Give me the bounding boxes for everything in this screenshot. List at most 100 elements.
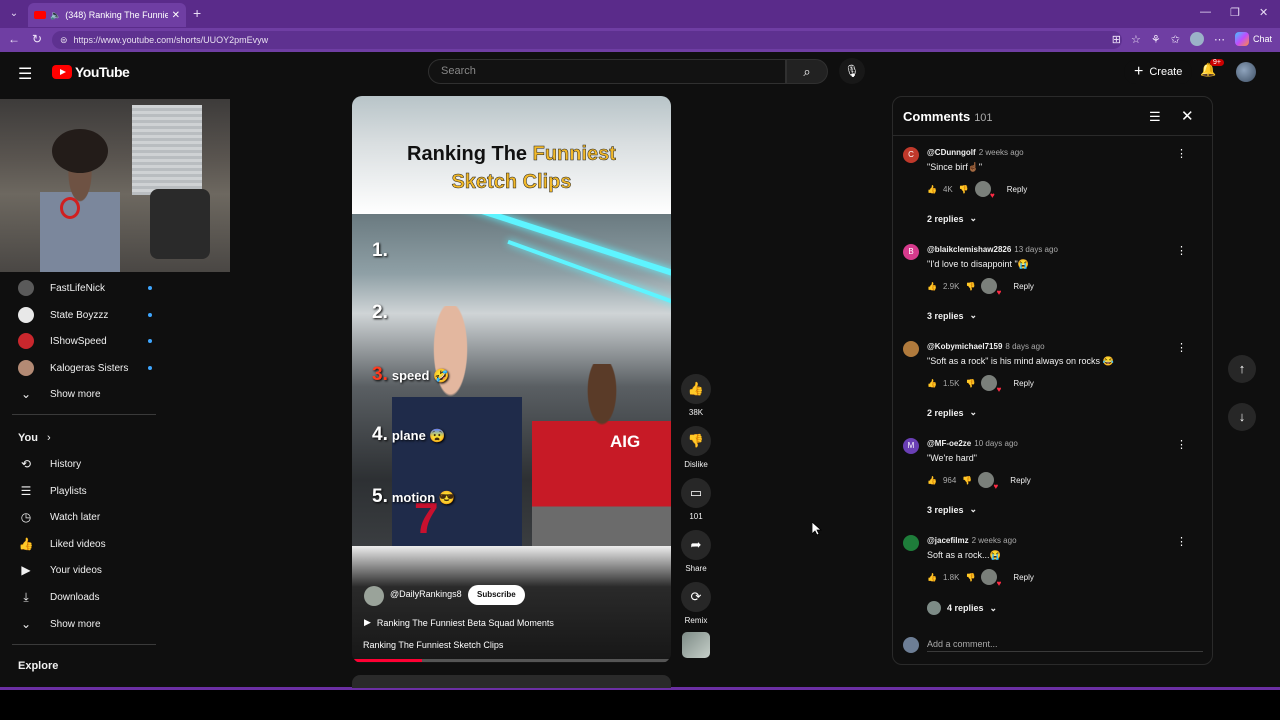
show-more-you[interactable]: ⌄ Show more xyxy=(18,613,101,635)
sidebar-item-watch-later[interactable]: ◷ Watch later xyxy=(18,506,100,528)
more-vert-icon[interactable]: ⋮ xyxy=(1176,535,1187,548)
copilot-chat-button[interactable]: Chat xyxy=(1234,32,1272,46)
back-icon[interactable]: ← xyxy=(8,32,20,46)
search-input[interactable]: Search xyxy=(428,59,786,84)
add-comment-input[interactable]: Add a comment... xyxy=(927,639,1203,652)
view-replies-button[interactable]: 2 replies ⌄ xyxy=(927,213,977,224)
thumbs-up-icon[interactable]: 👍 xyxy=(927,282,937,291)
short-title[interactable]: Ranking The Funniest Sketch Clips xyxy=(363,640,503,650)
reply-button[interactable]: Reply xyxy=(1013,573,1033,582)
thumbs-down-icon: 👎 xyxy=(681,426,711,456)
close-window-icon[interactable]: ✕ xyxy=(1259,6,1268,19)
close-icon[interactable]: ✕ xyxy=(1181,107,1194,125)
profile-avatar[interactable] xyxy=(1189,32,1204,46)
view-replies-button[interactable]: 3 replies ⌄ xyxy=(927,310,977,321)
rank-number: 1. xyxy=(372,240,388,261)
channel-name[interactable]: @DailyRankings8 xyxy=(390,589,462,599)
thumbs-up-icon[interactable]: 👍 xyxy=(927,185,937,194)
view-replies-button[interactable]: 4 replies ⌄ xyxy=(927,601,997,615)
more-icon[interactable]: ⋯ xyxy=(1214,33,1225,46)
apps-icon[interactable]: ⊞ xyxy=(1112,33,1121,46)
rank-5: 5. motion 😎 xyxy=(372,486,455,508)
remix-button[interactable]: ⟳ Remix xyxy=(681,582,711,625)
new-tab-icon[interactable]: + xyxy=(193,5,201,21)
like-button[interactable]: 👍 38K xyxy=(681,374,711,417)
favorite-star-icon[interactable]: ☆ xyxy=(1131,33,1141,46)
mouse-cursor-icon xyxy=(812,522,822,536)
reply-button[interactable]: Reply xyxy=(1013,379,1033,388)
audio-thumbnail[interactable] xyxy=(682,632,710,658)
reply-button[interactable]: Reply xyxy=(1010,476,1030,485)
subscription-item[interactable]: FastLifeNick xyxy=(18,277,152,299)
show-more-subscriptions[interactable]: ⌄ Show more xyxy=(18,383,101,405)
progress-bar[interactable] xyxy=(352,659,671,662)
youtube-logo[interactable]: YouTube xyxy=(52,64,130,80)
commenter-avatar[interactable] xyxy=(903,535,919,551)
thumbs-down-icon[interactable]: 👎 xyxy=(965,573,975,582)
speaker-icon[interactable]: 🔈 xyxy=(50,10,61,21)
favorites-icon[interactable]: ✩ xyxy=(1171,33,1180,46)
menu-icon[interactable]: ☰ xyxy=(18,64,32,84)
share-button[interactable]: ➦ Share xyxy=(681,530,711,573)
extensions-icon[interactable]: ⚘ xyxy=(1151,33,1161,46)
sidebar-item-your-videos[interactable]: ▶ Your videos xyxy=(18,559,102,581)
commenter-avatar[interactable]: C xyxy=(903,147,919,163)
comments-button[interactable]: ▭ 101 xyxy=(681,478,711,521)
share-icon: ➦ xyxy=(681,530,711,560)
dislike-button[interactable]: 👎 Dislike xyxy=(681,426,711,469)
comment-author[interactable]: @MF-oe2ze 10 days ago xyxy=(927,439,1018,448)
restore-icon[interactable]: ❐ xyxy=(1230,6,1240,19)
thumbs-up-icon[interactable]: 👍 xyxy=(927,573,937,582)
channel-avatar[interactable] xyxy=(364,586,384,606)
comment-author[interactable]: @CDunngolf 2 weeks ago xyxy=(927,148,1024,157)
rank-number: 4. xyxy=(372,424,388,445)
comment-author[interactable]: @blaikclemishaw2826 13 days ago xyxy=(927,245,1058,254)
sidebar-item-history[interactable]: ⟲ History xyxy=(18,453,81,475)
url-field[interactable]: ⊜ https://www.youtube.com/shorts/UUOY2pm… xyxy=(52,31,1122,49)
subscription-item[interactable]: State Boyzzz xyxy=(18,304,152,326)
more-vert-icon[interactable]: ⋮ xyxy=(1176,244,1187,257)
shorts-player[interactable]: Ranking The Funniest Sketch Clips 7 AIG … xyxy=(352,96,671,663)
commenter-avatar[interactable]: M xyxy=(903,438,919,454)
more-vert-icon[interactable]: ⋮ xyxy=(1176,341,1187,354)
thumbs-up-icon[interactable]: 👍 xyxy=(927,379,937,388)
previous-short-button[interactable]: ↑ xyxy=(1228,355,1256,383)
create-button[interactable]: + Create xyxy=(1124,60,1193,84)
comment-author[interactable]: @Kobymichael7159 8 days ago xyxy=(927,342,1045,351)
voice-search-button[interactable]: 🎙 xyxy=(839,58,865,84)
minimize-icon[interactable]: — xyxy=(1200,6,1211,18)
sidebar-item-playlists[interactable]: ☰ Playlists xyxy=(18,480,87,502)
tab-list-chevron-icon[interactable]: ⌄ xyxy=(6,6,22,22)
next-short-preview[interactable] xyxy=(352,675,671,688)
subscription-item[interactable]: IShowSpeed xyxy=(18,330,152,352)
commenter-avatar[interactable]: B xyxy=(903,244,919,260)
reply-button[interactable]: Reply xyxy=(1007,185,1027,194)
account-avatar[interactable] xyxy=(1236,62,1256,82)
sidebar-item-liked-videos[interactable]: 👍 Liked videos xyxy=(18,533,106,555)
commenter-avatar[interactable] xyxy=(903,341,919,357)
subscription-item[interactable]: Kalogeras Sisters xyxy=(18,357,152,379)
thumbs-down-icon[interactable]: 👎 xyxy=(959,185,969,194)
playlist-link[interactable]: ▶ Ranking The Funniest Beta Squad Moment… xyxy=(364,617,554,628)
view-replies-button[interactable]: 2 replies ⌄ xyxy=(927,407,977,418)
thumbs-down-icon[interactable]: 👎 xyxy=(965,379,975,388)
sort-icon[interactable]: ☰ xyxy=(1149,109,1161,125)
sidebar-item-downloads[interactable]: ⤓ Downloads xyxy=(18,586,99,608)
site-info-icon[interactable]: ⊜ xyxy=(60,35,68,46)
next-short-button[interactable]: ↓ xyxy=(1228,403,1256,431)
more-vert-icon[interactable]: ⋮ xyxy=(1176,147,1187,160)
arrow-down-icon: ↓ xyxy=(1238,409,1246,424)
thumbs-up-icon[interactable]: 👍 xyxy=(927,476,937,485)
thumbs-down-icon[interactable]: 👎 xyxy=(965,282,975,291)
subscribe-button[interactable]: Subscribe xyxy=(468,585,525,605)
refresh-icon[interactable]: ↻ xyxy=(32,32,42,46)
comment-author[interactable]: @jacefilmz 2 weeks ago xyxy=(927,536,1017,545)
close-tab-icon[interactable]: ✕ xyxy=(172,10,180,21)
thumbs-down-icon[interactable]: 👎 xyxy=(962,476,972,485)
more-vert-icon[interactable]: ⋮ xyxy=(1176,438,1187,451)
search-button[interactable]: ⌕ xyxy=(786,59,828,84)
you-section-header[interactable]: You › xyxy=(18,432,51,444)
view-replies-button[interactable]: 3 replies ⌄ xyxy=(927,504,977,515)
browser-tab[interactable]: 🔈 (348) Ranking The Funniest Sk ✕ xyxy=(28,3,186,27)
reply-button[interactable]: Reply xyxy=(1013,282,1033,291)
